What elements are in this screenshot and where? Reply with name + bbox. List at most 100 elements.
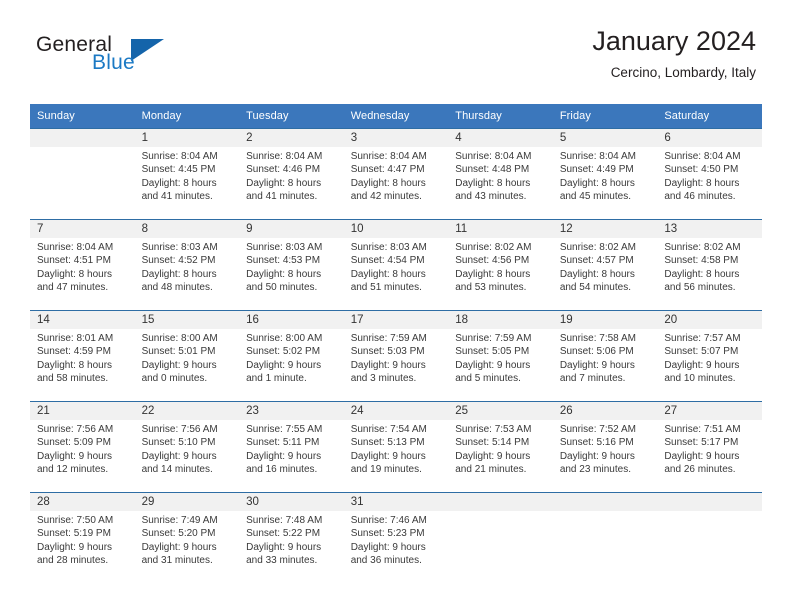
week-row: 1 Sunrise: 8:04 AM Sunset: 4:45 PM Daylight… [30, 128, 762, 220]
day-cell[interactable]: 11 Sunrise: 8:02 AM Sunset: 4:56 PM Dayligh… [448, 219, 553, 311]
day-details: Sunrise: 7:59 AM Sunset: 5:05 PM Daylight:… [448, 329, 553, 386]
day-sunset-text: Sunset: 5:01 PM [141, 346, 216, 358]
day-cell[interactable]: 30 Sunrise: 7:48 AM Sunset: 5:22 PM Dayligh… [239, 492, 344, 583]
day-cell[interactable]: 31 Sunrise: 7:46 AM Sunset: 5:23 PM Dayligh… [343, 492, 449, 583]
day-cell-inner: 30 Sunrise: 7:48 AM Sunset: 5:22 PM Dayligh… [239, 493, 344, 583]
day-cell[interactable]: 22 Sunrise: 7:56 AM Sunset: 5:10 PM Dayligh… [134, 401, 240, 493]
day-number [30, 129, 135, 147]
day-details [657, 511, 762, 514]
day-cell-inner: 4 Sunrise: 8:04 AM Sunset: 4:48 PM Daylight… [448, 129, 553, 219]
day-cell-inner: 18 Sunrise: 7:59 AM Sunset: 5:05 PM Dayligh… [448, 311, 553, 401]
day-cell[interactable]: 17 Sunrise: 7:59 AM Sunset: 5:03 PM Dayligh… [343, 310, 449, 402]
day-cell-inner: 2 Sunrise: 8:04 AM Sunset: 4:46 PM Daylight… [239, 129, 344, 219]
day-cell[interactable]: 5 Sunrise: 8:04 AM Sunset: 4:49 PM Daylight… [552, 128, 658, 220]
day-daylight-line1-text: Daylight: 8 hours [37, 359, 113, 371]
day-cell-inner: 12 Sunrise: 8:02 AM Sunset: 4:57 PM Dayligh… [552, 220, 658, 310]
day-sunrise-text: Sunrise: 8:04 AM [246, 151, 323, 162]
day-cell[interactable]: 18 Sunrise: 7:59 AM Sunset: 5:05 PM Dayligh… [448, 310, 553, 402]
day-cell-inner: 29 Sunrise: 7:49 AM Sunset: 5:20 PM Dayligh… [134, 493, 240, 583]
day-cell[interactable]: 4 Sunrise: 8:04 AM Sunset: 4:48 PM Daylight… [448, 128, 553, 220]
day-sunrise-text: Sunrise: 7:58 AM [559, 333, 636, 344]
day-daylight-line2-text: and 12 minutes. [37, 464, 109, 476]
day-details: Sunrise: 8:03 AM Sunset: 4:53 PM Daylight:… [239, 238, 344, 295]
day-sunrise-text: Sunrise: 7:52 AM [559, 424, 636, 435]
day-sunset-text: Sunset: 4:47 PM [350, 164, 425, 176]
day-details: Sunrise: 7:55 AM Sunset: 5:11 PM Daylight:… [239, 420, 344, 477]
day-cell-inner: 19 Sunrise: 7:58 AM Sunset: 5:06 PM Dayligh… [552, 311, 658, 401]
day-daylight-line2-text: and 5 minutes. [455, 373, 521, 385]
day-daylight-line2-text: and 3 minutes. [350, 373, 417, 385]
day-daylight-line1-text: Daylight: 8 hours [664, 268, 740, 280]
day-details: Sunrise: 7:53 AM Sunset: 5:14 PM Daylight:… [448, 420, 553, 477]
day-details: Sunrise: 7:46 AM Sunset: 5:23 PM Daylight:… [344, 511, 449, 568]
day-daylight-line2-text: and 23 minutes. [559, 464, 631, 476]
page-header: General Blue January 2024 Cercino, Lomba… [0, 0, 792, 80]
day-sunset-text: Sunset: 5:13 PM [350, 437, 425, 449]
weekday-header-sunday: Sunday [30, 104, 135, 129]
day-cell-inner: 21 Sunrise: 7:56 AM Sunset: 5:09 PM Dayligh… [30, 402, 135, 492]
day-cell[interactable]: 2 Sunrise: 8:04 AM Sunset: 4:46 PM Daylight… [239, 128, 344, 220]
day-daylight-line2-text: and 58 minutes. [37, 373, 109, 385]
day-sunrise-text: Sunrise: 7:46 AM [350, 515, 427, 526]
day-cell[interactable]: 25 Sunrise: 7:53 AM Sunset: 5:14 PM Dayligh… [448, 401, 553, 493]
day-cell[interactable]: 15 Sunrise: 8:00 AM Sunset: 5:01 PM Dayligh… [134, 310, 240, 402]
day-cell[interactable]: 9 Sunrise: 8:03 AM Sunset: 4:53 PM Daylight… [239, 219, 344, 311]
day-sunset-text: Sunset: 4:58 PM [664, 255, 739, 267]
day-cell[interactable]: 21 Sunrise: 7:56 AM Sunset: 5:09 PM Dayligh… [30, 401, 135, 493]
day-sunrise-text: Sunrise: 8:00 AM [246, 333, 323, 344]
day-sunrise-text: Sunrise: 8:03 AM [141, 242, 218, 253]
day-cell[interactable]: 29 Sunrise: 7:49 AM Sunset: 5:20 PM Dayligh… [134, 492, 240, 583]
day-cell[interactable]: 7 Sunrise: 8:04 AM Sunset: 4:51 PM Daylight… [30, 219, 135, 311]
day-cell[interactable]: 1 Sunrise: 8:04 AM Sunset: 4:45 PM Daylight… [134, 128, 240, 220]
weekday-header-tuesday: Tuesday [239, 104, 344, 129]
day-details: Sunrise: 7:52 AM Sunset: 5:16 PM Daylight:… [553, 420, 658, 477]
day-cell[interactable]: 12 Sunrise: 8:02 AM Sunset: 4:57 PM Dayligh… [552, 219, 658, 311]
day-cell[interactable]: 6 Sunrise: 8:04 AM Sunset: 4:50 PM Daylight… [657, 128, 762, 220]
generalblue-logo[interactable]: General Blue [36, 34, 186, 84]
day-daylight-line2-text: and 53 minutes. [455, 282, 527, 294]
day-sunrise-text: Sunrise: 7:54 AM [350, 424, 427, 435]
day-cell[interactable]: 27 Sunrise: 7:51 AM Sunset: 5:17 PM Dayligh… [657, 401, 762, 493]
day-daylight-line2-text: and 33 minutes. [246, 555, 318, 567]
day-number: 8 [134, 220, 240, 238]
day-sunset-text: Sunset: 5:02 PM [246, 346, 321, 358]
day-number: 22 [134, 402, 240, 420]
day-sunrise-text: Sunrise: 8:04 AM [37, 242, 114, 253]
weekday-header-row: Sunday Monday Tuesday Wednesday Thursday… [30, 104, 762, 129]
day-cell-inner: 16 Sunrise: 8:00 AM Sunset: 5:02 PM Dayligh… [239, 311, 344, 401]
day-sunset-text: Sunset: 4:49 PM [559, 164, 634, 176]
day-cell[interactable]: 13 Sunrise: 8:02 AM Sunset: 4:58 PM Dayligh… [657, 219, 762, 311]
day-sunset-text: Sunset: 4:53 PM [246, 255, 321, 267]
day-details: Sunrise: 7:51 AM Sunset: 5:17 PM Daylight:… [657, 420, 762, 477]
day-number [448, 493, 553, 511]
day-number: 9 [239, 220, 344, 238]
day-details: Sunrise: 8:04 AM Sunset: 4:50 PM Daylight:… [657, 147, 762, 204]
day-number: 13 [657, 220, 762, 238]
day-cell[interactable]: 28 Sunrise: 7:50 AM Sunset: 5:19 PM Dayligh… [30, 492, 135, 583]
day-details: Sunrise: 8:00 AM Sunset: 5:02 PM Daylight:… [239, 329, 344, 386]
day-cell[interactable]: 3 Sunrise: 8:04 AM Sunset: 4:47 PM Daylight… [343, 128, 449, 220]
page-subtitle: Cercino, Lombardy, Italy [610, 64, 756, 80]
week-row: 21 Sunrise: 7:56 AM Sunset: 5:09 PM Dayligh… [30, 401, 762, 493]
day-cell[interactable]: 14 Sunrise: 8:01 AM Sunset: 4:59 PM Dayligh… [30, 310, 135, 402]
day-cell[interactable]: 10 Sunrise: 8:03 AM Sunset: 4:54 PM Dayligh… [343, 219, 449, 311]
day-cell-inner: 17 Sunrise: 7:59 AM Sunset: 5:03 PM Dayligh… [343, 311, 449, 401]
day-cell[interactable]: 24 Sunrise: 7:54 AM Sunset: 5:13 PM Dayligh… [343, 401, 449, 493]
day-sunset-text: Sunset: 5:19 PM [37, 528, 111, 540]
day-cell[interactable]: 16 Sunrise: 8:00 AM Sunset: 5:02 PM Dayligh… [239, 310, 344, 402]
day-number: 5 [552, 129, 658, 147]
day-sunrise-text: Sunrise: 7:57 AM [664, 333, 741, 344]
day-sunset-text: Sunset: 4:52 PM [141, 255, 216, 267]
day-number: 3 [343, 129, 449, 147]
day-details [553, 511, 658, 514]
day-number: 10 [343, 220, 449, 238]
day-sunrise-text: Sunrise: 8:04 AM [350, 151, 427, 162]
day-cell[interactable]: 26 Sunrise: 7:52 AM Sunset: 5:16 PM Dayligh… [552, 401, 658, 493]
day-cell[interactable]: 23 Sunrise: 7:55 AM Sunset: 5:11 PM Dayligh… [239, 401, 344, 493]
day-cell[interactable]: 20 Sunrise: 7:57 AM Sunset: 5:07 PM Dayligh… [657, 310, 762, 402]
day-sunrise-text: Sunrise: 7:56 AM [141, 424, 218, 435]
day-daylight-line2-text: and 28 minutes. [37, 555, 109, 567]
day-cell[interactable]: 8 Sunrise: 8:03 AM Sunset: 4:52 PM Daylight… [134, 219, 240, 311]
day-sunset-text: Sunset: 5:23 PM [350, 528, 425, 540]
day-cell[interactable]: 19 Sunrise: 7:58 AM Sunset: 5:06 PM Dayligh… [552, 310, 658, 402]
